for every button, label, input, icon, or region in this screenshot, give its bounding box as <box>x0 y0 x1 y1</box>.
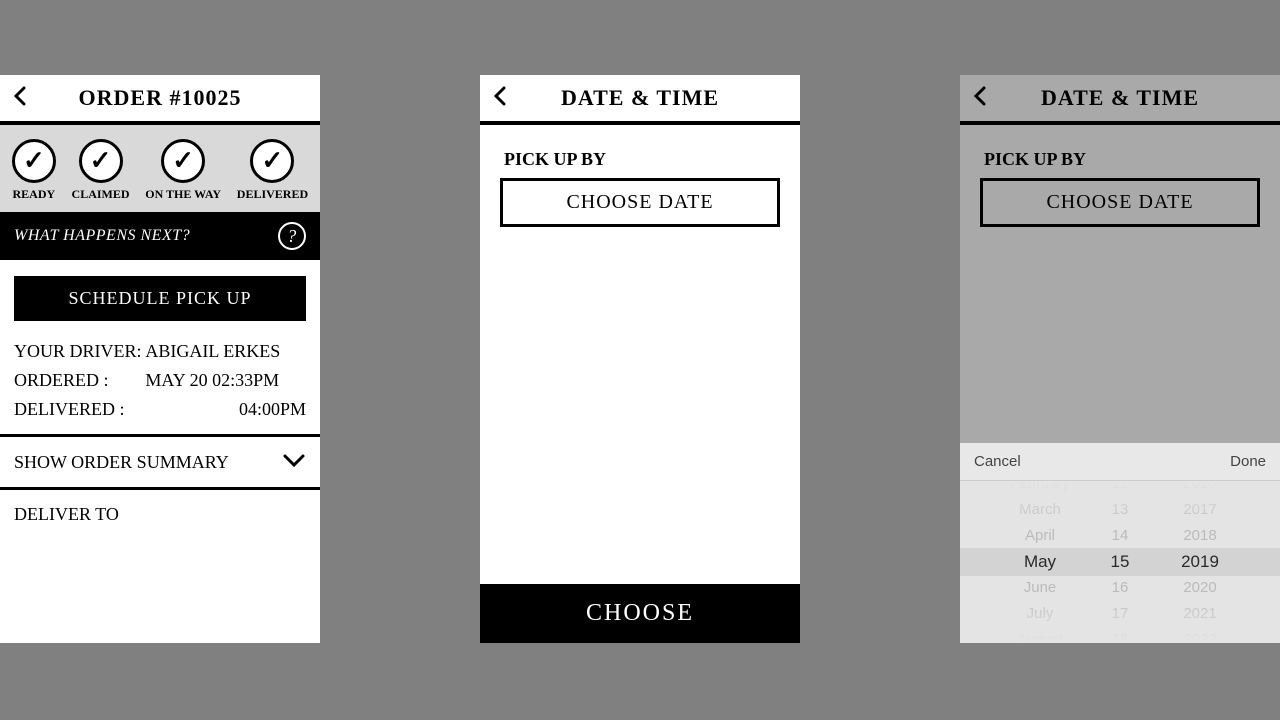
wheel-item[interactable]: 18 <box>1112 627 1129 643</box>
status-ready: ✓ READY <box>12 139 56 202</box>
wheel-item[interactable]: 2021 <box>1183 601 1216 627</box>
ordered-label: ORDERED : <box>14 370 145 391</box>
header: DATE & TIME <box>960 75 1280 125</box>
cancel-button[interactable]: Cancel <box>974 453 1021 470</box>
driver-row: YOUR DRIVER: ABIGAIL ERKES <box>0 337 320 366</box>
summary-label: SHOW ORDER SUMMARY <box>14 452 229 473</box>
delivered-value: 04:00PM <box>145 399 306 420</box>
wheel-item-selected[interactable]: 2019 <box>1181 549 1219 575</box>
status-tracker: ✓ READY ✓ CLAIMED ✓ ON THE WAY ✓ DELIVER… <box>0 125 320 212</box>
wheel-item[interactable]: 13 <box>1112 497 1129 523</box>
wheel-item[interactable]: 2017 <box>1183 497 1216 523</box>
driver-name: ABIGAIL ERKES <box>145 341 306 362</box>
screen-order-detail: ORDER #10025 ✓ READY ✓ CLAIMED ✓ ON THE … <box>0 75 320 643</box>
page-title: ORDER #10025 <box>10 85 310 111</box>
wheel-item[interactable]: April <box>1025 523 1055 549</box>
header: DATE & TIME <box>480 75 800 125</box>
delivered-row: DELIVERED : 04:00PM <box>0 395 320 424</box>
wheel-item[interactable]: 2022 <box>1183 627 1216 643</box>
choose-date-input[interactable]: CHOOSE DATE <box>500 178 780 227</box>
month-wheel[interactable]: February March April May June July Augus… <box>1000 481 1080 643</box>
wheel-item[interactable]: 12 <box>1112 481 1129 497</box>
chevron-down-icon <box>282 449 306 475</box>
deliver-to-label: DELIVER TO <box>14 504 119 524</box>
wheel-item[interactable]: 17 <box>1112 601 1129 627</box>
day-wheel[interactable]: 12 13 14 15 16 17 18 <box>1080 481 1160 643</box>
status-label: READY <box>13 187 56 202</box>
wheel-item[interactable]: March <box>1019 497 1061 523</box>
pickup-label: PICK UP BY <box>960 125 1280 178</box>
whats-next-bar[interactable]: WHAT HAPPENS NEXT? ? <box>0 212 320 260</box>
whats-next-label: WHAT HAPPENS NEXT? <box>14 227 190 245</box>
wheel-item-selected[interactable]: 15 <box>1111 549 1130 575</box>
wheel-item[interactable]: June <box>1024 575 1057 601</box>
status-claimed: ✓ CLAIMED <box>72 139 130 202</box>
status-delivered: ✓ DELIVERED <box>237 139 308 202</box>
pickup-label: PICK UP BY <box>480 125 800 178</box>
screen-date-time-picker: DATE & TIME PICK UP BY CHOOSE DATE Cance… <box>960 75 1280 643</box>
check-icon: ✓ <box>79 139 123 183</box>
check-icon: ✓ <box>161 139 205 183</box>
check-icon: ✓ <box>250 139 294 183</box>
schedule-pickup-button[interactable]: SCHEDULE PICK UP <box>14 276 306 321</box>
deliver-to-section: DELIVER TO <box>0 490 320 525</box>
page-title: DATE & TIME <box>970 85 1270 111</box>
done-button[interactable]: Done <box>1230 453 1266 470</box>
wheel-item[interactable]: July <box>1027 601 1054 627</box>
choose-date-input[interactable]: CHOOSE DATE <box>980 178 1260 227</box>
wheel-item[interactable]: 2016 <box>1183 481 1216 497</box>
status-label: CLAIMED <box>72 187 130 202</box>
page-title: DATE & TIME <box>490 85 790 111</box>
wheel-item[interactable]: 14 <box>1112 523 1129 549</box>
wheel-item[interactable]: 2020 <box>1183 575 1216 601</box>
wheel-item[interactable]: 16 <box>1112 575 1129 601</box>
show-summary-toggle[interactable]: SHOW ORDER SUMMARY <box>0 437 320 490</box>
picker-toolbar: Cancel Done <box>960 443 1280 481</box>
delivered-label: DELIVERED : <box>14 399 145 420</box>
wheel-item-selected[interactable]: May <box>1024 549 1056 575</box>
status-ontheway: ✓ ON THE WAY <box>145 139 221 202</box>
driver-label: YOUR DRIVER: <box>14 341 145 362</box>
help-icon[interactable]: ? <box>278 222 306 250</box>
wheel-item[interactable]: February <box>1010 481 1070 497</box>
ordered-row: ORDERED : MAY 20 02:33PM <box>0 366 320 395</box>
picker-wheels[interactable]: February March April May June July Augus… <box>960 481 1280 643</box>
check-icon: ✓ <box>12 139 56 183</box>
year-wheel[interactable]: 2016 2017 2018 2019 2020 2021 2022 <box>1160 481 1240 643</box>
choose-button[interactable]: CHOOSE <box>480 584 800 643</box>
wheel-item[interactable]: August <box>1017 627 1064 643</box>
header: ORDER #10025 <box>0 75 320 125</box>
date-picker: Cancel Done February March April May Jun… <box>960 443 1280 643</box>
screen-date-time: DATE & TIME PICK UP BY CHOOSE DATE CHOOS… <box>480 75 800 643</box>
status-label: DELIVERED <box>237 187 308 202</box>
status-label: ON THE WAY <box>145 187 221 202</box>
wheel-item[interactable]: 2018 <box>1183 523 1216 549</box>
ordered-value: MAY 20 02:33PM <box>145 370 306 391</box>
